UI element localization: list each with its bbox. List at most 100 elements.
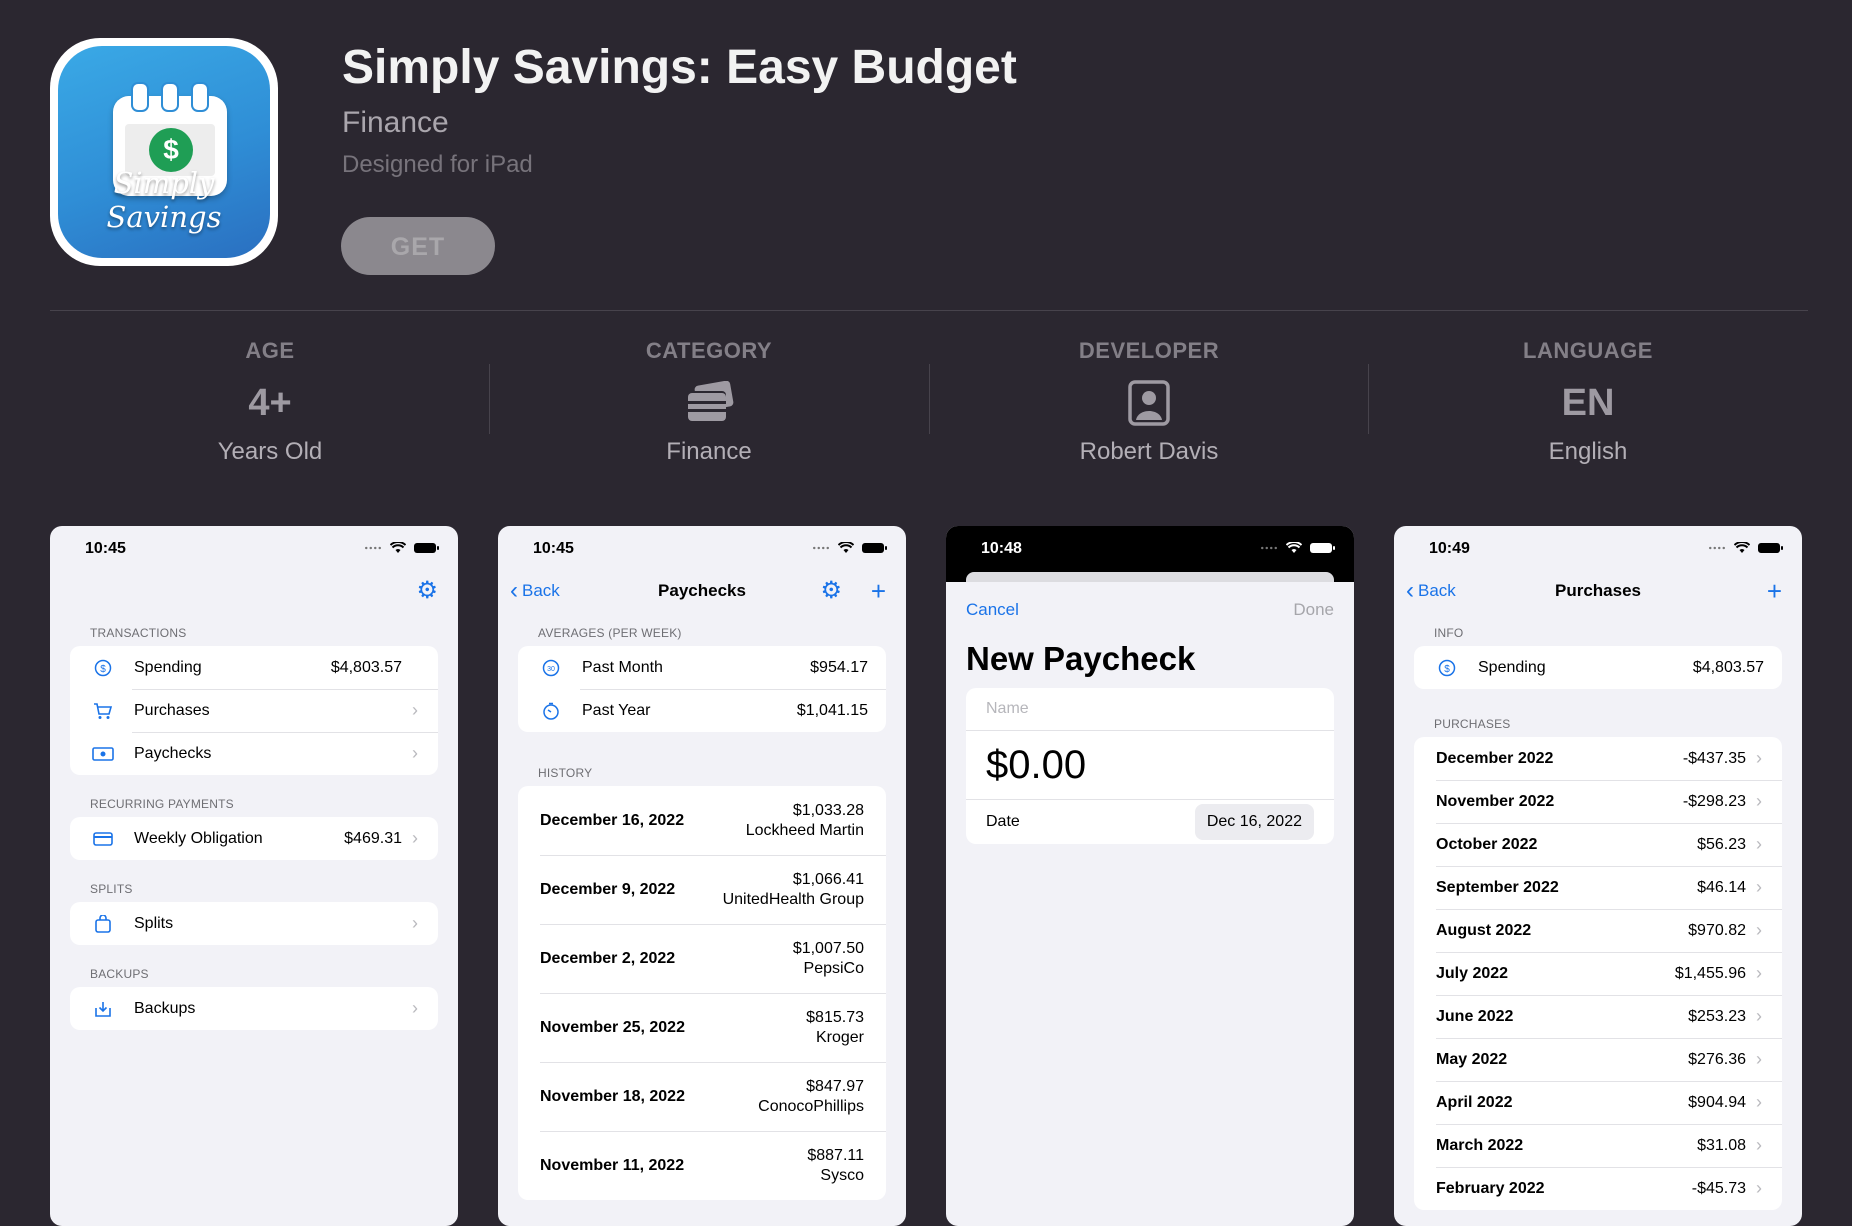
screenshot-4[interactable]: 10:49 ‹ Back Purchases + INFO $ Spending… — [1394, 526, 1802, 1226]
row-label: Spending — [134, 658, 202, 676]
status-time: 10:45 — [533, 540, 574, 557]
history-employer: ConocoPhillips — [758, 1097, 864, 1115]
battery-icon — [1310, 543, 1335, 553]
chevron-right-icon: › — [1756, 1092, 1762, 1112]
wifi-icon — [390, 542, 406, 553]
info-developer[interactable]: DEVELOPER Robert Davis — [929, 338, 1369, 466]
done-button[interactable]: Done — [1293, 600, 1334, 620]
chevron-right-icon: › — [412, 743, 418, 763]
month-row[interactable]: August 2022 $970.82 › — [1414, 909, 1782, 952]
month-label: August 2022 — [1436, 921, 1532, 939]
backups-group: Backups › — [70, 987, 438, 1030]
get-button[interactable]: GET — [341, 217, 495, 275]
timer-30-icon: 30 — [540, 659, 562, 677]
date-picker[interactable]: Dec 16, 2022 — [1194, 804, 1314, 840]
history-date: December 2, 2022 — [540, 949, 676, 967]
month-value: $31.08 — [1697, 1136, 1746, 1154]
row-label: Past Month — [582, 658, 663, 676]
history-row[interactable]: December 9, 2022 $1,066.41 UnitedHealth G… — [518, 855, 886, 924]
download-tray-icon — [92, 1000, 114, 1018]
row-splits[interactable]: Splits › — [70, 902, 438, 945]
month-row[interactable]: June 2022 $253.23 › — [1414, 995, 1782, 1038]
app-icon: $ Simply Savings — [50, 38, 278, 266]
row-purchases[interactable]: Purchases › — [70, 689, 438, 732]
month-row[interactable]: February 2022 -$45.73 › — [1414, 1167, 1782, 1210]
purchases-group: December 2022 -$437.35 › November 2022 -$29… — [1414, 737, 1782, 1210]
app-title: Simply Savings: Easy Budget — [342, 41, 1017, 94]
month-label: July 2022 — [1436, 964, 1509, 982]
battery-icon — [1758, 543, 1783, 553]
designed-for-label: Designed for iPad — [342, 151, 533, 178]
banknote-icon — [92, 746, 114, 761]
sheet-title: New Paycheck — [966, 640, 1196, 677]
gear-icon[interactable]: ⚙ — [416, 576, 438, 606]
month-row[interactable]: December 2022 -$437.35 › — [1414, 737, 1782, 780]
month-row[interactable]: July 2022 $1,455.96 › — [1414, 952, 1782, 995]
svg-text:$: $ — [1444, 664, 1450, 675]
dollar-circle-icon: $ — [92, 659, 114, 677]
month-label: November 2022 — [1436, 792, 1555, 810]
month-row[interactable]: October 2022 $56.23 › — [1414, 823, 1782, 866]
chevron-right-icon: › — [1756, 1006, 1762, 1026]
screenshot-3[interactable]: 10:48 Cancel Done New Paycheck Name $0.0… — [946, 526, 1354, 1226]
screenshot-1[interactable]: 10:45 ⚙ TRANSACTIONS $ Spending $4,803.5… — [50, 526, 458, 1226]
history-date: December 9, 2022 — [540, 880, 676, 898]
month-value: -$437.35 — [1682, 749, 1746, 767]
history-row[interactable]: November 11, 2022 $887.11 Sysco — [518, 1131, 886, 1200]
history-employer: UnitedHealth Group — [722, 890, 864, 908]
date-row: Date Dec 16, 2022 — [966, 800, 1334, 844]
row-weekly-obligation[interactable]: Weekly Obligation $469.31 › — [70, 817, 438, 860]
row-spending[interactable]: $ Spending $4,803.57 — [70, 646, 438, 689]
cancel-button[interactable]: Cancel — [966, 600, 1019, 620]
chevron-right-icon: › — [1756, 1135, 1762, 1155]
history-row[interactable]: December 2, 2022 $1,007.50 PepsiCo — [518, 924, 886, 993]
section-header: INFO — [1434, 626, 1464, 640]
section-header: BACKUPS — [90, 967, 149, 981]
row-paychecks[interactable]: Paychecks › — [70, 732, 438, 775]
section-header: PURCHASES — [1434, 717, 1511, 731]
amount-field[interactable]: $0.00 — [966, 731, 1334, 800]
dollar-circle-icon: $ — [1436, 659, 1458, 677]
nav-bar: ‹ Back Paychecks ⚙ + — [498, 570, 906, 612]
gear-icon[interactable]: ⚙ — [820, 576, 842, 606]
history-row[interactable]: December 16, 2022 $1,033.28 Lockheed Mart… — [518, 786, 886, 855]
month-value: $970.82 — [1688, 921, 1746, 939]
month-row[interactable]: April 2022 $904.94 › — [1414, 1081, 1782, 1124]
month-value: -$45.73 — [1691, 1179, 1746, 1197]
month-row[interactable]: September 2022 $46.14 › — [1414, 866, 1782, 909]
status-bar: 10:45 — [50, 526, 458, 570]
month-label: March 2022 — [1436, 1136, 1524, 1154]
history-row[interactable]: November 18, 2022 $847.97 ConocoPhillips — [518, 1062, 886, 1131]
wifi-icon — [1286, 542, 1302, 553]
row-value: $4,803.57 — [1692, 658, 1764, 676]
app-category[interactable]: Finance — [342, 106, 449, 140]
info-language: LANGUAGE EN English — [1368, 338, 1808, 466]
history-amount: $815.73 — [806, 1008, 864, 1026]
row-backups[interactable]: Backups › — [70, 987, 438, 1030]
row-value: $4,803.57 — [330, 658, 402, 676]
row-label: Splits — [134, 914, 174, 932]
chevron-right-icon: › — [412, 998, 418, 1018]
month-label: December 2022 — [1436, 749, 1554, 767]
age-sub: Years Old — [217, 438, 323, 465]
chevron-right-icon: › — [1756, 834, 1762, 854]
screenshot-2[interactable]: 10:45 ‹ Back Paychecks ⚙ + AVERAGES (PER… — [498, 526, 906, 1226]
history-date: November 25, 2022 — [540, 1018, 685, 1036]
row-past-month: 30 Past Month $954.17 — [518, 646, 886, 689]
plus-icon[interactable]: + — [871, 576, 886, 606]
row-spending: $ Spending $4,803.57 — [1414, 646, 1782, 689]
month-row[interactable]: May 2022 $276.36 › — [1414, 1038, 1782, 1081]
info-category[interactable]: CATEGORY Finance — [489, 338, 929, 466]
month-row[interactable]: November 2022 -$298.23 › — [1414, 780, 1782, 823]
row-label: Paychecks — [134, 744, 212, 762]
month-row[interactable]: March 2022 $31.08 › — [1414, 1124, 1782, 1167]
chevron-right-icon: › — [412, 828, 418, 848]
nav-bar: ‹ Back Purchases + — [1394, 570, 1802, 612]
signal-icon — [1260, 546, 1278, 550]
plus-icon[interactable]: + — [1767, 576, 1782, 606]
row-label: Backups — [134, 999, 196, 1017]
name-field[interactable]: Name — [966, 688, 1334, 731]
section-header: HISTORY — [538, 766, 593, 780]
date-label: Date — [986, 813, 1020, 830]
history-row[interactable]: November 25, 2022 $815.73 Kroger — [518, 993, 886, 1062]
